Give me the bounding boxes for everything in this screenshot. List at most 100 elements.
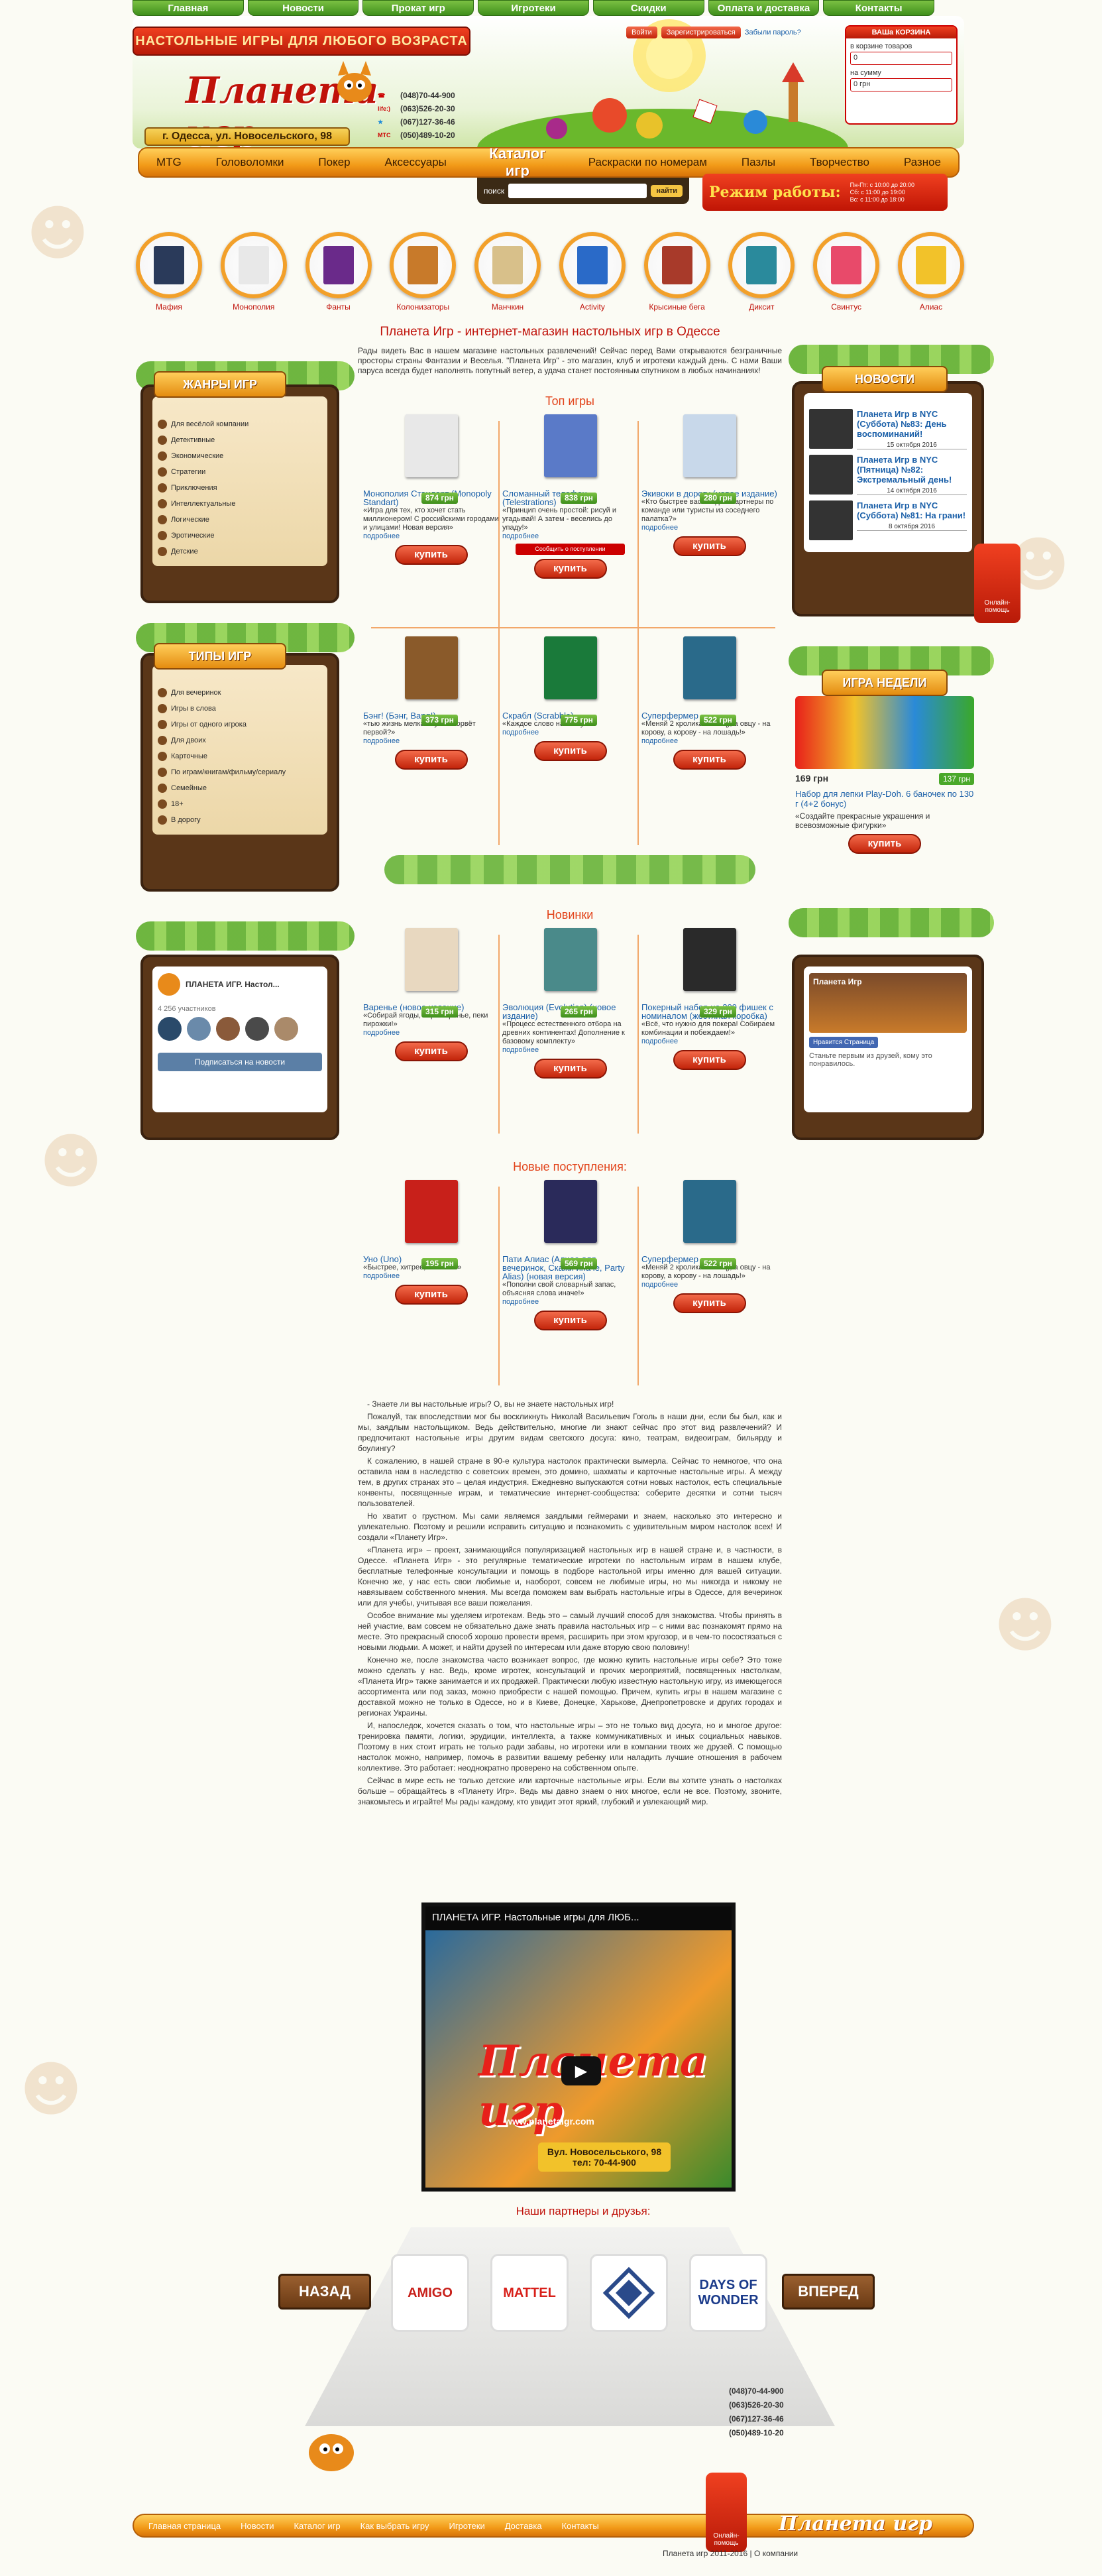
buy-button[interactable]: купить — [533, 1059, 607, 1079]
category-label[interactable]: Колонизаторы — [386, 302, 459, 312]
category-label[interactable]: Activity — [556, 302, 629, 312]
topmenu-item[interactable]: Контакты — [823, 0, 935, 16]
news-thumbnail[interactable] — [809, 409, 853, 449]
forgot-password-link[interactable]: Забыли пароль? — [745, 27, 801, 38]
category-item[interactable]: Алиас — [895, 232, 967, 318]
youtube-video[interactable]: Планета игр www.planetaigr.com Вул. Ново… — [421, 1903, 736, 2192]
buy-button[interactable]: купить — [394, 545, 468, 565]
list-item[interactable]: Карточные — [158, 748, 322, 764]
phone-number[interactable]: (048)70-44-900 — [400, 91, 455, 100]
category-item[interactable]: Мафия — [133, 232, 205, 318]
avatar[interactable] — [158, 1017, 182, 1041]
product-more-link[interactable]: подробнее — [641, 524, 777, 532]
phone-number[interactable]: (050)489-10-20 — [400, 131, 455, 140]
partner-logo[interactable]: MATTEL — [490, 2254, 569, 2332]
nav-item-misc[interactable]: Разное — [904, 156, 941, 169]
list-item-label[interactable]: Для весёлой компании — [171, 420, 248, 428]
topmenu-item[interactable]: Прокат игр — [362, 0, 474, 16]
list-item[interactable]: Детские — [158, 544, 322, 559]
fb-like-button[interactable]: Нравится Страница — [809, 1037, 879, 1048]
nav-item-jigsaw[interactable]: Пазлы — [742, 156, 775, 169]
news-link[interactable]: Планета Игр в NYC (Суббота) №81: На гран… — [857, 500, 967, 520]
nav-item-accessories[interactable]: Аксессуары — [385, 156, 447, 169]
product-more-link[interactable]: подробнее — [641, 1037, 777, 1046]
list-item[interactable]: Интеллектуальные — [158, 496, 322, 512]
buy-button[interactable]: купить — [848, 834, 921, 854]
list-item[interactable]: 18+ — [158, 796, 322, 812]
list-item[interactable]: Эротические — [158, 528, 322, 544]
category-label[interactable]: Крысиные бега — [641, 302, 714, 312]
nav-item-mtg[interactable]: MTG — [156, 156, 182, 169]
list-item-label[interactable]: Игры в слова — [171, 705, 216, 713]
category-label[interactable]: Манчкин — [471, 302, 544, 312]
nav-item-coloring[interactable]: Раскраски по номерам — [588, 156, 707, 169]
phone-number[interactable]: (063)526-20-30 — [729, 2400, 822, 2414]
list-item-label[interactable]: Семейные — [171, 784, 207, 792]
game-of-week-image[interactable] — [795, 696, 974, 769]
product-more-link[interactable]: подробнее — [502, 729, 638, 737]
product-more-link[interactable]: подробнее — [363, 532, 499, 541]
product-more-link[interactable]: подробнее — [502, 1298, 638, 1307]
product-more-link[interactable]: подробнее — [363, 1029, 499, 1037]
category-label[interactable]: Монополия — [217, 302, 290, 312]
game-of-week-name[interactable]: Набор для лепки Play-Doh. 6 баночек по 1… — [795, 789, 974, 809]
topmenu-item[interactable]: Оплата и доставка — [708, 0, 820, 16]
phone-number[interactable]: (050)489-10-20 — [729, 2428, 822, 2442]
category-item[interactable]: Диксит — [725, 232, 798, 318]
category-item[interactable]: Фанты — [302, 232, 375, 318]
footer-link[interactable]: Новости — [241, 2521, 274, 2531]
partner-logo[interactable]: AMIGO — [391, 2254, 469, 2332]
product-image[interactable] — [543, 414, 597, 477]
footer-link[interactable]: Игротеки — [449, 2521, 484, 2531]
list-item[interactable]: Игры от одного игрока — [158, 717, 322, 732]
product-image[interactable] — [404, 928, 458, 991]
footer-link[interactable]: Контакты — [562, 2521, 599, 2531]
avatar[interactable] — [245, 1017, 269, 1041]
list-item[interactable]: По играм/книгам/фильму/сериалу — [158, 764, 322, 780]
list-item[interactable]: Для вечеринок — [158, 685, 322, 701]
list-item[interactable]: Приключения — [158, 480, 322, 496]
buy-button[interactable]: купить — [394, 1041, 468, 1061]
product-image[interactable] — [683, 928, 736, 991]
topmenu-item[interactable]: Главная — [133, 0, 244, 16]
avatar[interactable] — [187, 1017, 211, 1041]
cart-widget[interactable]: ВАШа КОРЗИНА в корзине товаров 0 на сумм… — [845, 25, 958, 125]
nav-item-catalog[interactable]: Каталог игр — [481, 145, 554, 180]
partners-forward-sign[interactable]: ВПЕРЕД — [782, 2274, 875, 2310]
topmenu-item[interactable]: Игротеки — [478, 0, 589, 16]
phone-number[interactable]: (067)127-36-46 — [729, 2414, 822, 2428]
product-image[interactable] — [683, 636, 736, 699]
topmenu-item[interactable]: Скидки — [592, 0, 704, 16]
topmenu-item[interactable]: Новости — [247, 0, 359, 16]
category-item[interactable]: Activity — [556, 232, 629, 318]
category-circle[interactable] — [813, 232, 880, 298]
list-item[interactable]: Экономические — [158, 448, 322, 464]
product-more-link[interactable]: подробнее — [641, 737, 777, 746]
phone-number[interactable]: (063)526-20-30 — [400, 104, 455, 113]
footer-link[interactable]: Главная страница — [148, 2521, 221, 2531]
category-circle[interactable] — [220, 232, 287, 298]
category-label[interactable]: Фанты — [302, 302, 375, 312]
login-button[interactable]: Войти — [626, 27, 657, 38]
list-item-label[interactable]: В дорогу — [171, 816, 201, 824]
list-item-label[interactable]: Приключения — [171, 484, 217, 492]
list-item-label[interactable]: Карточные — [171, 752, 207, 760]
product-image[interactable] — [404, 414, 458, 477]
list-item[interactable]: Детективные — [158, 432, 322, 448]
product-image[interactable] — [404, 636, 458, 699]
category-item[interactable]: Колонизаторы — [386, 232, 459, 318]
list-item[interactable]: Семейные — [158, 780, 322, 796]
category-item[interactable]: Манчкин — [471, 232, 544, 318]
news-item[interactable]: Планета Игр в NYC (Пятница) №82: Экстрем… — [809, 455, 967, 495]
footer-link[interactable]: Как выбрать игру — [360, 2521, 429, 2531]
phone-number[interactable]: (067)127-36-46 — [400, 117, 455, 127]
news-thumbnail[interactable] — [809, 500, 853, 540]
search-button[interactable]: найти — [651, 185, 683, 197]
list-item-label[interactable]: Для вечеринок — [171, 689, 221, 697]
category-circle[interactable] — [390, 232, 457, 298]
product-more-link[interactable]: подробнее — [363, 1272, 499, 1281]
buy-button[interactable]: купить — [673, 1293, 746, 1313]
list-item[interactable]: В дорогу — [158, 812, 322, 828]
list-item[interactable]: Для двоих — [158, 732, 322, 748]
category-label[interactable]: Мафия — [133, 302, 205, 312]
